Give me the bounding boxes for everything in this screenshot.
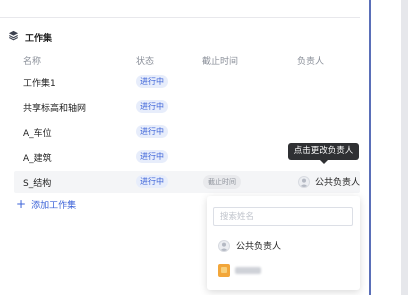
- workset-panel: 工作集 名称 状态 截止时间 负责人 工作集1 进行中 共享标高和轴网 进行中 …: [0, 0, 370, 295]
- user-icon: [218, 239, 230, 252]
- tooltip-arrow: [320, 160, 328, 164]
- add-workset-label: 添加工作集: [31, 201, 77, 211]
- owner-dropdown: 公共负责人: [207, 196, 360, 290]
- workset-name: A_车位: [23, 129, 52, 139]
- redacted-name: [235, 267, 261, 274]
- deadline-picker[interactable]: 截止时间: [203, 175, 241, 189]
- table-row[interactable]: A_车位 进行中: [14, 121, 360, 143]
- add-workset-button[interactable]: + 添加工作集: [16, 198, 76, 211]
- workset-name: 共享标高和轴网: [23, 104, 87, 114]
- status-badge: 进行中: [136, 100, 168, 113]
- status-badge: 进行中: [136, 175, 168, 188]
- layers-icon: [8, 30, 19, 44]
- column-header-owner: 负责人: [297, 57, 325, 67]
- owner-name: 公共负责人: [315, 178, 361, 188]
- table-row[interactable]: 工作集1 进行中: [14, 71, 360, 93]
- table-row[interactable]: 共享标高和轴网 进行中: [14, 96, 360, 118]
- owner-option-label: 公共负责人: [236, 242, 282, 252]
- status-badge: 进行中: [136, 150, 168, 163]
- owner-option[interactable]: 公共负责人: [218, 239, 281, 252]
- owner-option[interactable]: [218, 264, 261, 277]
- table-row-selected[interactable]: S_结构 进行中 截止时间 公共负责人: [14, 171, 360, 193]
- owner-search-input[interactable]: [213, 207, 353, 226]
- section-header: 工作集: [8, 30, 52, 44]
- column-header-name: 名称: [23, 57, 42, 67]
- side-strip: [371, 0, 401, 295]
- status-badge: 进行中: [136, 125, 168, 138]
- change-owner-tooltip: 点击更改负责人: [288, 143, 359, 160]
- status-badge: 进行中: [136, 75, 168, 88]
- column-header-status: 状态: [136, 57, 155, 67]
- owner-selector[interactable]: 公共负责人: [298, 175, 360, 188]
- plus-icon: +: [16, 197, 27, 211]
- column-header-deadline: 截止时间: [202, 57, 239, 67]
- workset-name: S_结构: [23, 179, 52, 189]
- user-avatar: [218, 264, 230, 277]
- workset-name: 工作集1: [23, 79, 56, 89]
- workset-name: A_建筑: [23, 154, 52, 164]
- divider: [0, 17, 360, 18]
- user-icon: [298, 175, 310, 188]
- section-title: 工作集: [25, 33, 53, 44]
- side-edge: [401, 0, 408, 295]
